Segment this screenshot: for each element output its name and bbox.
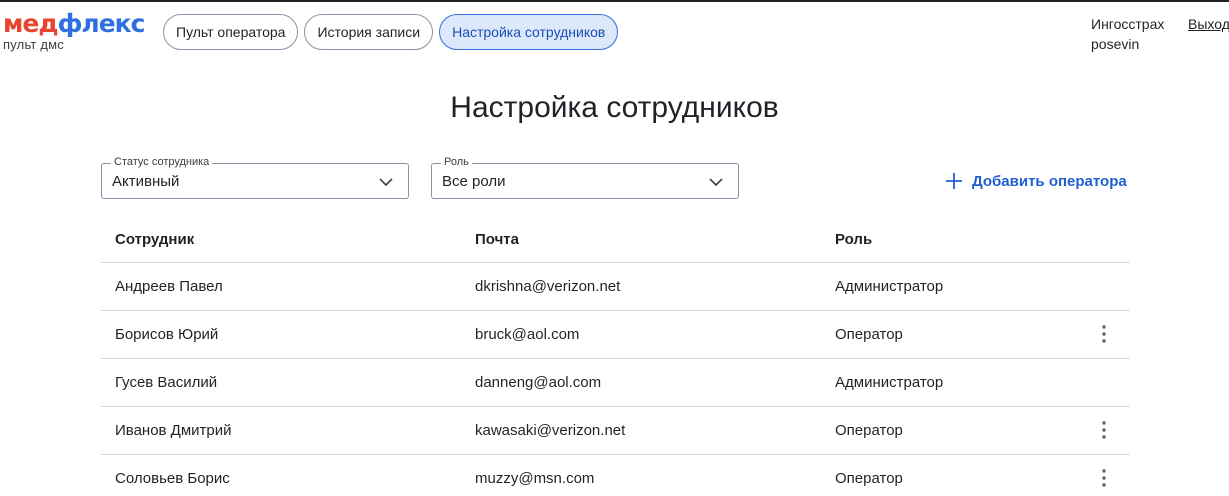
column-header-email: Почта	[475, 231, 519, 248]
add-operator-button[interactable]: Добавить оператора	[945, 172, 1127, 190]
nav-operator-console[interactable]: Пульт оператора	[163, 14, 299, 50]
add-operator-label: Добавить оператора	[972, 172, 1127, 190]
employee-name: Андреев Павел	[115, 278, 223, 295]
column-header-role: Роль	[835, 231, 873, 248]
employee-role: Оператор	[835, 422, 903, 439]
employee-email: kawasaki@verizon.net	[475, 422, 626, 439]
employee-role: Оператор	[835, 470, 903, 487]
employee-name: Иванов Дмитрий	[115, 422, 232, 439]
role-select[interactable]: Роль Все роли	[431, 156, 739, 199]
logout-link[interactable]: Выход	[1188, 14, 1229, 34]
table-row[interactable]: Андреев Павел dkrishna@verizon.net Админ…	[101, 263, 1130, 311]
logo[interactable]: медфлекс пульт дмс	[3, 9, 146, 52]
staff-table: Сотрудник Почта Роль Андреев Павел dkris…	[101, 215, 1130, 496]
employee-name: Соловьев Борис	[115, 470, 230, 487]
employee-role: Администратор	[835, 278, 944, 295]
main-nav: Пульт оператора История записи Настройка…	[163, 14, 619, 50]
role-select-label: Роль	[441, 156, 472, 169]
user-company: Ингосстрах	[1091, 16, 1165, 32]
employee-email: dkrishna@verizon.net	[475, 278, 621, 295]
role-select-value: Все роли	[442, 173, 506, 190]
nav-booking-history[interactable]: История записи	[304, 14, 434, 50]
page-title: Настройка сотрудников	[450, 91, 779, 124]
logo-part-med: мед	[3, 9, 59, 38]
employee-email: danneng@aol.com	[475, 374, 602, 391]
nav-staff-settings[interactable]: Настройка сотрудников	[439, 14, 619, 50]
chevron-down-icon	[379, 178, 393, 187]
table-row[interactable]: Соловьев Борис muzzy@msn.com Оператор	[101, 455, 1130, 496]
employee-role: Администратор	[835, 374, 944, 391]
more-vertical-icon[interactable]	[1097, 324, 1111, 344]
user-login: posevin	[1091, 36, 1140, 52]
user-info: Ингосстрах posevin	[1091, 14, 1164, 54]
status-select[interactable]: Статус сотрудника Активный	[101, 156, 409, 199]
app-header: медфлекс пульт дмс Пульт оператора Истор…	[0, 2, 1229, 72]
logo-part-flex: флекс	[57, 9, 146, 38]
plus-icon	[946, 173, 962, 189]
column-header-employee: Сотрудник	[115, 231, 195, 248]
table-row[interactable]: Иванов Дмитрий kawasaki@verizon.net Опер…	[101, 407, 1130, 455]
employee-role: Оператор	[835, 326, 903, 343]
table-row[interactable]: Борисов Юрий bruck@aol.com Оператор	[101, 311, 1130, 359]
chevron-down-icon	[709, 178, 723, 187]
employee-email: muzzy@msn.com	[475, 470, 595, 487]
employee-email: bruck@aol.com	[475, 326, 580, 343]
employee-name: Гусев Василий	[115, 374, 218, 391]
more-vertical-icon[interactable]	[1097, 420, 1111, 440]
table-header: Сотрудник Почта Роль	[101, 215, 1130, 263]
table-row[interactable]: Гусев Василий danneng@aol.com Администра…	[101, 359, 1130, 407]
employee-name: Борисов Юрий	[115, 326, 219, 343]
logo-subtitle: пульт дмс	[3, 37, 64, 52]
status-select-value: Активный	[112, 173, 180, 190]
more-vertical-icon[interactable]	[1097, 468, 1111, 488]
status-select-label: Статус сотрудника	[111, 156, 213, 169]
